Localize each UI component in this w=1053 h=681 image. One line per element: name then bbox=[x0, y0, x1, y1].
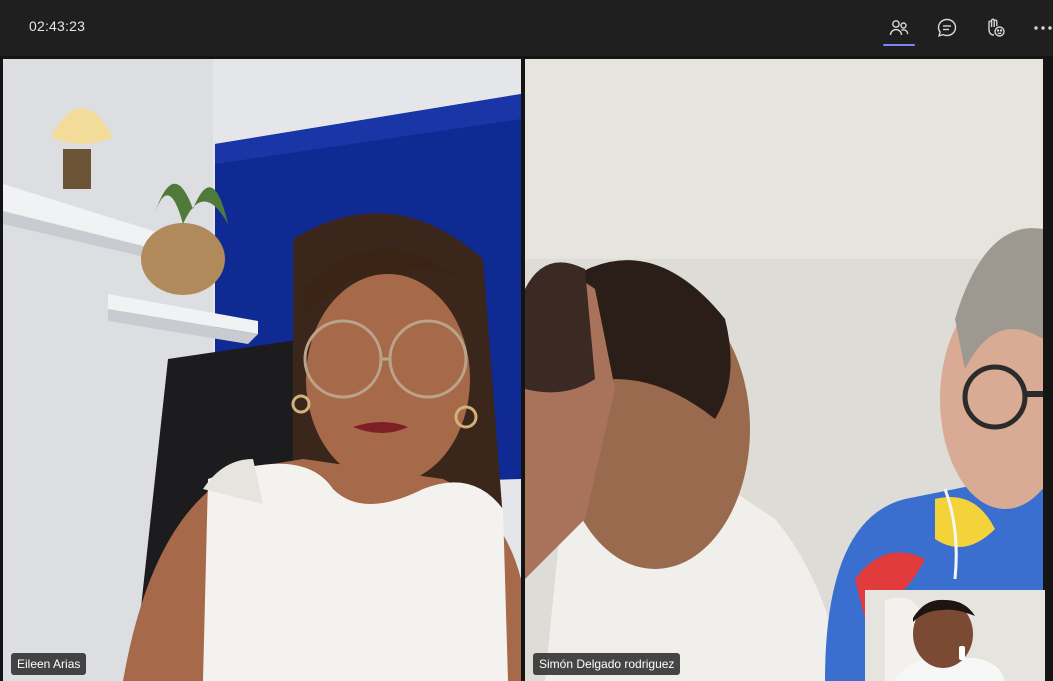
participant-video-feed bbox=[3, 59, 521, 681]
participant-video-tile[interactable]: Eileen Arias bbox=[3, 59, 521, 681]
chat-icon bbox=[936, 17, 958, 39]
reactions-icon bbox=[984, 17, 1006, 39]
participant-video-tile[interactable]: Simón Delgado rodriguez bbox=[525, 59, 1043, 681]
participant-video-feed bbox=[525, 59, 1043, 681]
more-options-icon bbox=[1032, 17, 1053, 39]
self-view-feed bbox=[865, 590, 1045, 681]
video-stage: Eileen Arias Simón Delgado rodriguez bbox=[0, 56, 1053, 681]
people-icon bbox=[888, 17, 910, 39]
participant-name-tag: Eileen Arias bbox=[11, 653, 87, 675]
reactions-button[interactable] bbox=[979, 12, 1011, 44]
chat-button[interactable] bbox=[931, 12, 963, 44]
self-view-video[interactable] bbox=[865, 590, 1045, 681]
call-top-bar: 02:43:23 bbox=[0, 0, 1053, 56]
more-options-button[interactable] bbox=[1027, 12, 1053, 44]
participants-button[interactable] bbox=[883, 12, 915, 46]
participant-name-tag: Simón Delgado rodriguez bbox=[533, 653, 681, 675]
call-timer: 02:43:23 bbox=[29, 18, 86, 34]
